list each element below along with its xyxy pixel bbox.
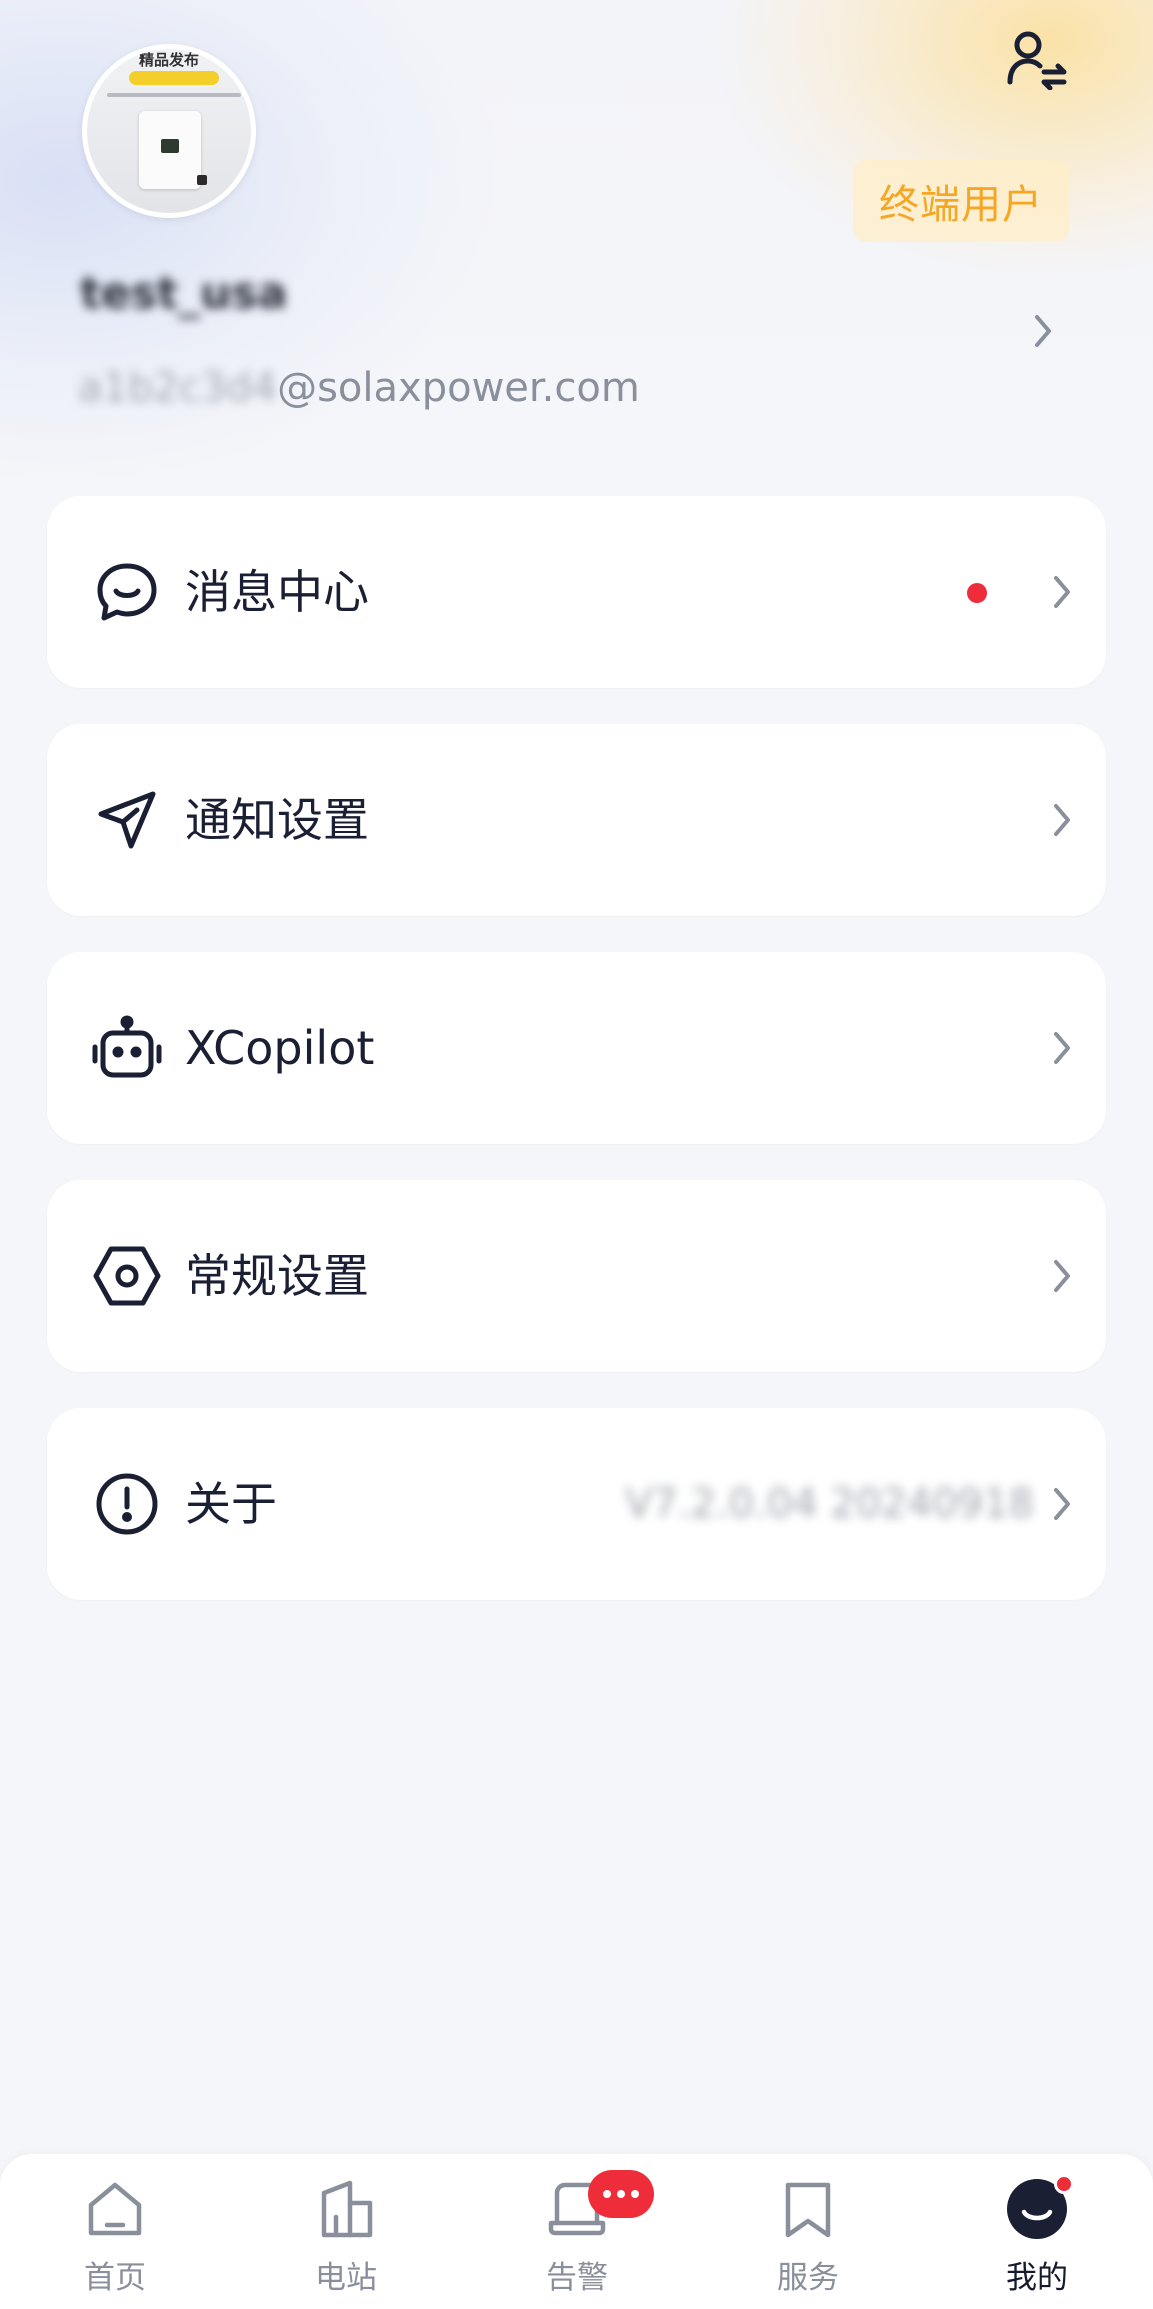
- alarm-badge: [588, 2170, 654, 2218]
- tab-label: 我的: [1006, 2260, 1068, 2296]
- avatar-banner-pill: [129, 71, 219, 85]
- tab-label: 服务: [777, 2260, 839, 2296]
- paper-plane-icon: [87, 780, 167, 860]
- email: a1b2c3d4 @solaxpower.com: [78, 360, 640, 416]
- menu-item-label: 消息中心: [185, 565, 369, 619]
- menu-item-notification-settings[interactable]: 通知设置: [47, 724, 1106, 916]
- profile-detail-button[interactable]: [1028, 306, 1058, 356]
- badge-dot: [617, 2190, 625, 2198]
- email-domain: @solaxpower.com: [277, 365, 640, 411]
- chat-bubble-icon: [87, 552, 167, 632]
- tab-label: 首页: [84, 2260, 146, 2296]
- mine-unread-dot: [1054, 2174, 1074, 2194]
- email-masked-part: a1b2c3d4: [78, 365, 278, 411]
- badge-dot: [631, 2190, 639, 2198]
- home-icon: [80, 2174, 150, 2244]
- menu-item-about[interactable]: 关于 V7.2.0.04 20240918: [47, 1408, 1106, 1600]
- device-cable: [197, 175, 207, 185]
- menu-item-label: 关于: [185, 1477, 277, 1531]
- bottom-tab-bar: 首页 电站 告警 服务 我的: [0, 2154, 1153, 2309]
- exclamation-circle-icon: [87, 1464, 167, 1544]
- avatar-banner-line: [107, 93, 241, 97]
- bookmark-icon: [773, 2174, 843, 2244]
- tab-power-station[interactable]: 电站: [261, 2154, 431, 2309]
- tab-home[interactable]: 首页: [30, 2154, 200, 2309]
- avatar-banner-title: 精品发布: [138, 51, 199, 69]
- chevron-right-icon: [1047, 566, 1077, 618]
- badge-dot: [603, 2190, 611, 2198]
- chevron-right-icon: [1047, 794, 1077, 846]
- chevron-right-icon: [1047, 1478, 1077, 1530]
- avatar[interactable]: 精品发布: [82, 44, 256, 218]
- inverter-device-image: [139, 111, 207, 189]
- user-switch-icon: [1007, 31, 1067, 90]
- chevron-right-icon: [1035, 315, 1051, 347]
- tab-mine[interactable]: 我的: [952, 2154, 1122, 2309]
- menu-item-xcopilot[interactable]: XCopilot: [47, 952, 1106, 1144]
- app-version: V7.2.0.04 20240918: [624, 1481, 1034, 1527]
- profile-page: 精品发布 终端用户 test_usa a1b2c3d4 @solaxpower.…: [0, 0, 1153, 2309]
- username: test_usa: [80, 268, 288, 319]
- menu-item-label: 常规设置: [185, 1249, 369, 1303]
- chevron-right-icon: [1047, 1250, 1077, 1302]
- menu-item-message-center[interactable]: 消息中心: [47, 496, 1106, 688]
- switch-account-button[interactable]: [1004, 26, 1070, 92]
- device-screen: [161, 139, 179, 153]
- tab-service[interactable]: 服务: [723, 2154, 893, 2309]
- role-badge: 终端用户: [853, 160, 1069, 242]
- robot-icon: [87, 1008, 167, 1088]
- menu-item-label: 通知设置: [185, 793, 369, 847]
- chevron-right-icon: [1047, 1022, 1077, 1074]
- tab-label: 电站: [315, 2260, 377, 2296]
- hexagon-gear-icon: [87, 1236, 167, 1316]
- unread-dot: [967, 583, 987, 603]
- menu-item-general-settings[interactable]: 常规设置: [47, 1180, 1106, 1372]
- power-station-icon: [311, 2174, 381, 2244]
- menu-item-label: XCopilot: [185, 1021, 375, 1075]
- tab-label: 告警: [546, 2260, 608, 2296]
